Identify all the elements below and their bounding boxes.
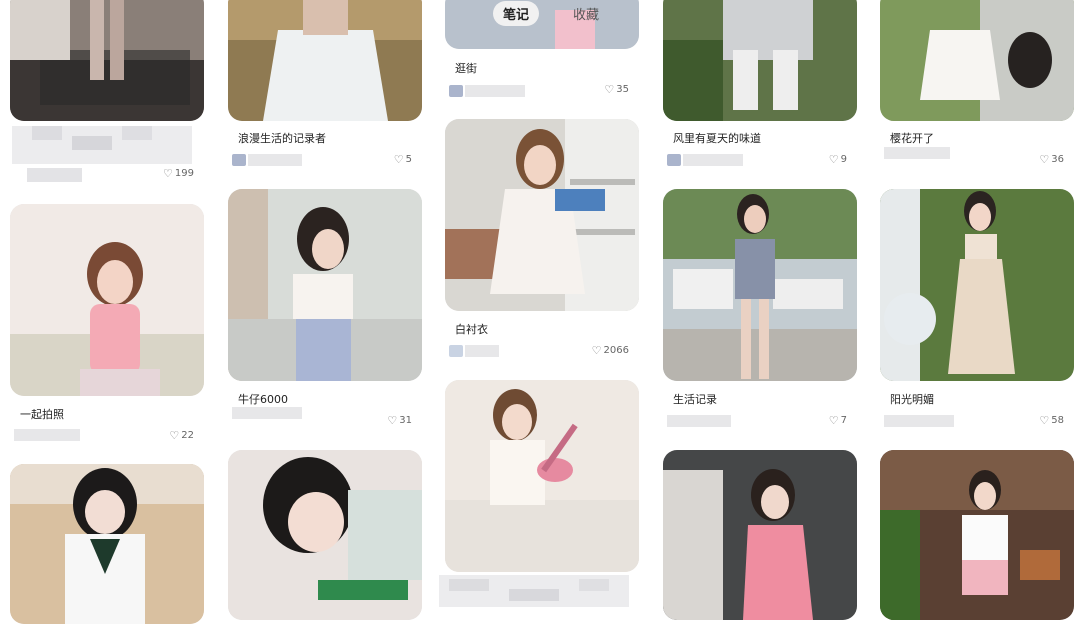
heart-icon: ♡	[169, 429, 180, 442]
note-author[interactable]	[449, 83, 525, 99]
like-count[interactable]: ♡ 5	[394, 153, 412, 166]
tab-notes[interactable]: 笔记	[493, 0, 540, 26]
note-cover[interactable]	[445, 380, 639, 572]
like-count[interactable]: ♡ 31	[387, 414, 412, 427]
note-cover[interactable]	[663, 0, 857, 121]
note-author[interactable]	[14, 427, 80, 443]
like-count[interactable]: ♡ 58	[1039, 414, 1064, 427]
note-title[interactable]: 一起拍照	[20, 406, 64, 422]
blurred-title	[439, 575, 629, 607]
note-cover[interactable]	[663, 189, 857, 381]
note-cover[interactable]	[10, 204, 204, 396]
note-title[interactable]: 阳光明媚	[890, 391, 934, 407]
heart-icon: ♡	[1039, 414, 1050, 427]
note-title[interactable]: 生活记录	[673, 391, 717, 407]
like-count[interactable]: ♡ 22	[169, 429, 194, 442]
note-title[interactable]: 浪漫生活的记录者	[238, 130, 326, 146]
note-author[interactable]	[449, 343, 499, 359]
note-cover[interactable]	[10, 464, 204, 624]
heart-icon: ♡	[1039, 153, 1050, 166]
note-cover[interactable]	[880, 450, 1074, 620]
note-author[interactable]	[667, 152, 743, 168]
heart-icon: ♡	[163, 167, 173, 180]
like-count[interactable]: ♡ 7	[829, 414, 847, 427]
note-author[interactable]	[232, 405, 302, 421]
note-title[interactable]: 白衬衣	[455, 321, 488, 337]
heart-icon: ♡	[393, 153, 404, 166]
note-cover[interactable]	[445, 119, 639, 311]
like-count[interactable]: ♡ 9	[829, 153, 847, 166]
note-cover[interactable]	[228, 450, 422, 620]
note-author[interactable]	[667, 413, 731, 429]
note-author[interactable]	[232, 152, 302, 168]
note-cover[interactable]	[228, 0, 422, 121]
heart-icon: ♡	[604, 83, 615, 96]
like-count[interactable]: ♡ 2066	[592, 344, 629, 357]
note-cover[interactable]	[663, 450, 857, 620]
heart-icon: ♡	[591, 344, 602, 357]
note-cover[interactable]	[10, 0, 204, 121]
note-title[interactable]: 风里有夏天的味道	[673, 130, 761, 146]
heart-icon: ♡	[387, 414, 398, 427]
tab-favorites[interactable]: 收藏	[563, 1, 609, 26]
note-cover[interactable]	[228, 189, 422, 381]
heart-icon: ♡	[828, 414, 839, 427]
note-author[interactable]	[884, 145, 950, 161]
profile-tabs: 笔记 收藏	[493, 0, 609, 26]
heart-icon: ♡	[828, 153, 839, 166]
like-count[interactable]: ♡ 199	[163, 167, 194, 180]
note-title[interactable]: 樱花开了	[890, 130, 934, 146]
note-cover[interactable]	[880, 0, 1074, 121]
like-count[interactable]: ♡ 36	[1039, 153, 1064, 166]
note-title[interactable]: 逛街	[455, 60, 477, 76]
note-cover[interactable]	[880, 189, 1074, 381]
like-count[interactable]: ♡ 35	[604, 83, 629, 96]
note-author[interactable]	[884, 413, 954, 429]
